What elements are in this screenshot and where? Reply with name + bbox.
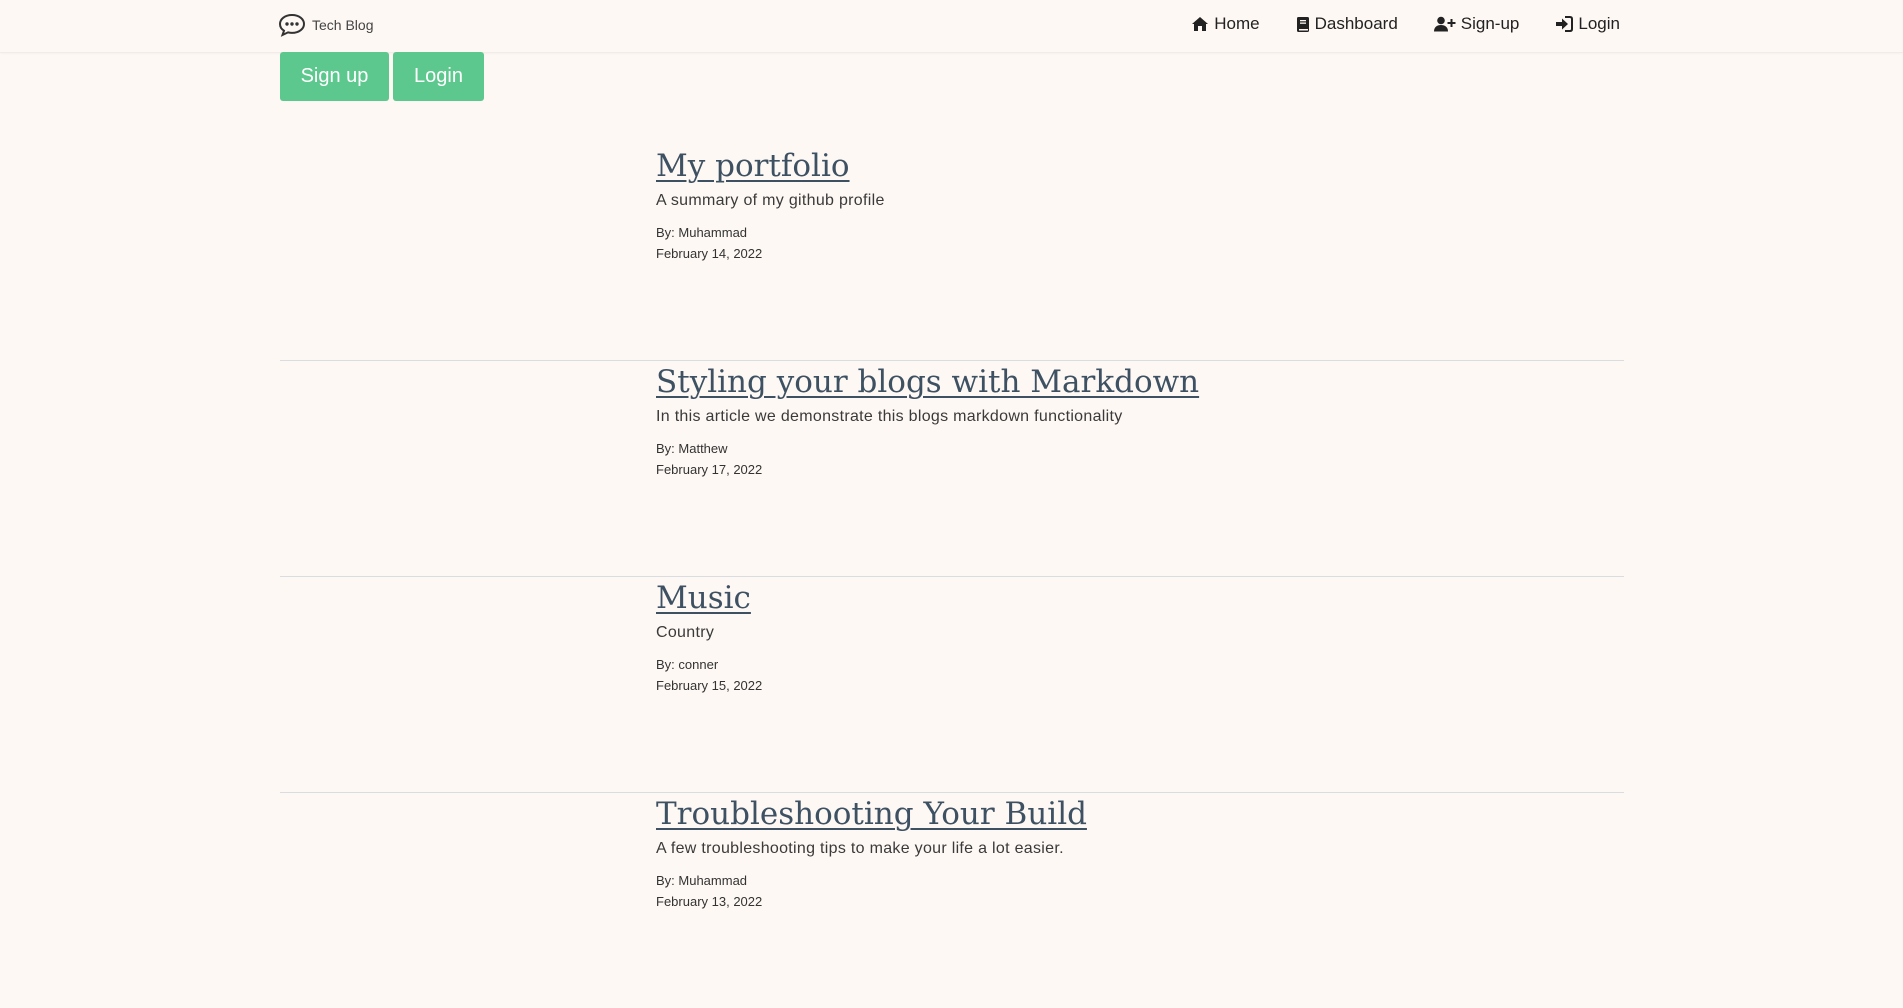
login-button[interactable]: Login: [393, 52, 484, 101]
home-icon: [1192, 17, 1209, 31]
auth-buttons: Sign up Login: [280, 52, 484, 101]
post-card: Styling your blogs with Markdown In this…: [280, 362, 1624, 577]
signup-button[interactable]: Sign up: [280, 52, 389, 101]
book-icon: [1296, 16, 1309, 32]
brand-link[interactable]: Tech Blog: [278, 13, 373, 37]
post-date: February 15, 2022: [656, 678, 763, 693]
post-author: By: Muhammad: [656, 225, 748, 240]
post-summary: A summary of my github profile: [656, 192, 885, 209]
nav-dashboard[interactable]: Dashboard: [1296, 14, 1398, 34]
post-card: My portfolio A summary of my github prof…: [280, 146, 1624, 361]
chat-bubble-icon: [278, 13, 306, 37]
post-card: Troubleshooting Your Build A few trouble…: [280, 794, 1624, 1008]
post-summary: In this article we demonstrate this blog…: [656, 408, 1123, 425]
post-date: February 17, 2022: [656, 462, 763, 477]
nav-signup-label: Sign-up: [1460, 14, 1520, 33]
nav-login-label: Login: [1578, 14, 1620, 33]
post-author: By: Muhammad: [656, 873, 748, 888]
post-date: February 14, 2022: [656, 246, 763, 261]
nav-dashboard-label: Dashboard: [1314, 14, 1398, 33]
post-card: Music Country By: conner February 15, 20…: [280, 578, 1624, 793]
nav-links: Home Dashboard Sign-up Login: [1191, 14, 1620, 34]
post-date: February 13, 2022: [656, 894, 763, 909]
nav-login[interactable]: Login: [1555, 14, 1620, 34]
post-summary: A few troubleshooting tips to make your …: [656, 840, 1064, 857]
post-title-link[interactable]: My portfolio: [656, 146, 885, 186]
post-author: By: conner: [656, 657, 719, 672]
post-title-link[interactable]: Styling your blogs with Markdown: [656, 362, 1199, 402]
post-title-link[interactable]: Troubleshooting Your Build: [656, 794, 1087, 834]
post-title-link[interactable]: Music: [656, 578, 762, 618]
navbar: Tech Blog Home Dashboard Sign-up Login: [0, 0, 1903, 53]
post-list: My portfolio A summary of my github prof…: [280, 146, 1624, 1008]
nav-home-label: Home: [1214, 14, 1260, 33]
post-author: By: Matthew: [656, 441, 728, 456]
post-summary: Country: [656, 624, 715, 641]
nav-home[interactable]: Home: [1191, 14, 1260, 34]
user-plus-icon: [1433, 16, 1456, 32]
nav-signup[interactable]: Sign-up: [1433, 14, 1520, 34]
sign-in-icon: [1556, 16, 1574, 32]
brand-name: Tech Blog: [312, 17, 374, 33]
